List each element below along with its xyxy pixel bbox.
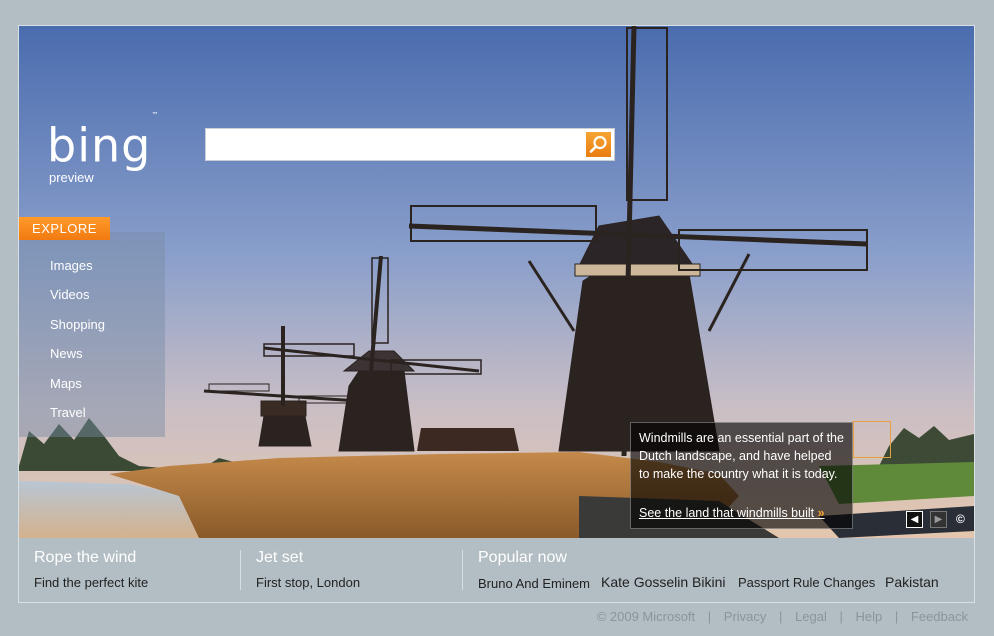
- promo-link-1[interactable]: Find the perfect kite: [34, 575, 148, 590]
- next-image-button[interactable]: ▶: [930, 511, 947, 528]
- promo-link-2[interactable]: First stop, London: [256, 575, 360, 590]
- footer: © 2009 Microsoft | Privacy | Legal | Hel…: [595, 609, 970, 624]
- explore-label: EXPLORE: [19, 217, 110, 240]
- hero-image: bing™ preview Images Videos Shopping New…: [19, 26, 974, 538]
- prev-image-button[interactable]: ◀: [906, 511, 923, 528]
- footer-separator: |: [839, 609, 843, 624]
- next-arrow-icon: ▶: [934, 514, 943, 525]
- divider: [462, 550, 463, 590]
- explore-item-images[interactable]: Images: [50, 258, 93, 273]
- popular-item[interactable]: Passport Rule Changes: [738, 575, 875, 590]
- promo-title-2[interactable]: Jet set: [256, 549, 303, 567]
- prev-arrow-icon: ◀: [910, 514, 919, 525]
- footer-link-help[interactable]: Help: [856, 609, 883, 624]
- explore-item-videos[interactable]: Videos: [50, 287, 90, 302]
- footer-link-legal[interactable]: Legal: [795, 609, 827, 624]
- explore-panel: Images Videos Shopping News Maps Travel: [19, 232, 165, 437]
- search-box: [205, 128, 615, 161]
- explore-item-news[interactable]: News: [50, 346, 83, 361]
- bing-logo[interactable]: bing™: [47, 111, 159, 168]
- image-caption: Windmills are an essential part of the D…: [630, 422, 853, 529]
- footer-separator: |: [707, 609, 712, 624]
- divider: [240, 550, 241, 590]
- search-input[interactable]: [210, 133, 584, 157]
- copyright-icon[interactable]: ©: [956, 512, 965, 526]
- popular-item[interactable]: Bruno And Eminem: [478, 576, 590, 591]
- logo-subtitle: preview: [49, 170, 94, 185]
- search-button[interactable]: [586, 132, 611, 157]
- popular-item[interactable]: Pakistan: [885, 574, 939, 590]
- explore-item-maps[interactable]: Maps: [50, 376, 82, 391]
- footer-separator: |: [894, 609, 899, 624]
- explore-item-shopping[interactable]: Shopping: [50, 317, 105, 332]
- image-hotspot[interactable]: [853, 421, 891, 458]
- footer-separator: |: [779, 609, 783, 624]
- promo-title-1[interactable]: Rope the wind: [34, 549, 136, 567]
- popular-now-title: Popular now: [478, 549, 567, 566]
- double-chevron-icon: »: [817, 506, 825, 520]
- footer-link-feedback[interactable]: Feedback: [911, 609, 968, 624]
- search-icon: [589, 135, 607, 153]
- explore-item-travel[interactable]: Travel: [50, 405, 86, 420]
- popular-item[interactable]: Kate Gosselin Bikini: [601, 574, 726, 590]
- footer-link-privacy[interactable]: Privacy: [724, 609, 767, 624]
- footer-copyright: © 2009 Microsoft: [596, 609, 696, 624]
- bottom-bar: Rope the wind Find the perfect kite Jet …: [19, 538, 974, 602]
- page-frame: bing™ preview Images Videos Shopping New…: [18, 25, 975, 603]
- caption-link[interactable]: See the land that windmills built »: [639, 506, 825, 520]
- caption-text: Windmills are an essential part of the D…: [639, 431, 844, 481]
